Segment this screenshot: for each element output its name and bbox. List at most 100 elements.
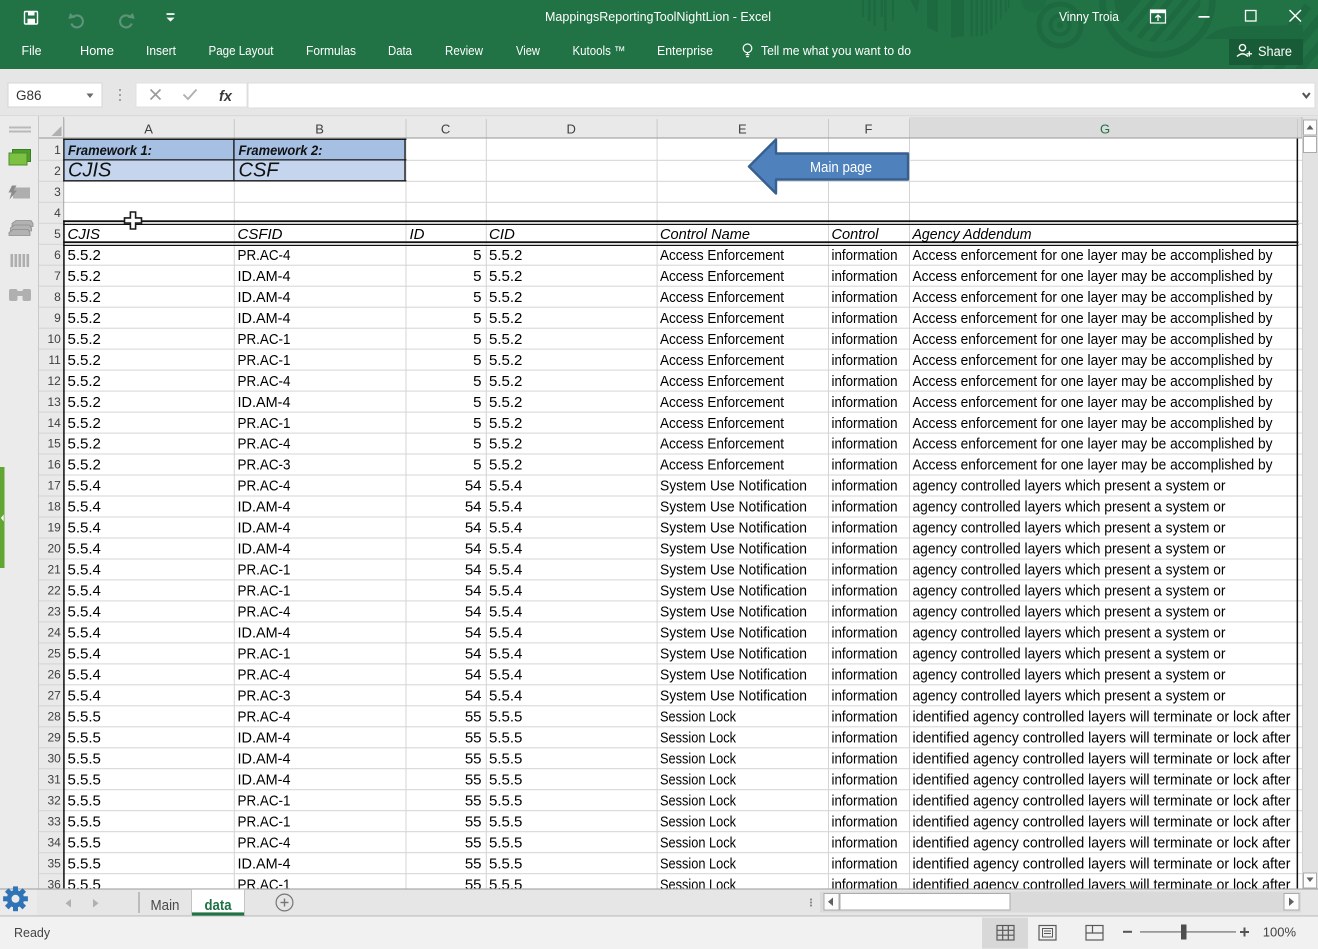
svg-text:5.5.4: 5.5.4 bbox=[68, 604, 101, 621]
svg-text:5: 5 bbox=[473, 352, 481, 369]
svg-text:Access enforcement for one lay: Access enforcement for one layer may be … bbox=[913, 394, 1273, 411]
svg-text:5: 5 bbox=[473, 415, 481, 432]
svg-text:System Use Notification: System Use Notification bbox=[660, 688, 807, 705]
svg-text:12: 12 bbox=[47, 374, 61, 388]
svg-text:6: 6 bbox=[54, 248, 61, 262]
svg-text:5.5.4: 5.5.4 bbox=[489, 562, 522, 579]
svg-text:28: 28 bbox=[47, 710, 61, 724]
svg-text:ID.AM-4: ID.AM-4 bbox=[238, 520, 291, 537]
svg-text:Access enforcement for one lay: Access enforcement for one layer may be … bbox=[913, 436, 1273, 453]
svg-text:information: information bbox=[832, 310, 898, 327]
svg-text:information: information bbox=[832, 646, 898, 663]
svg-text:System Use Notification: System Use Notification bbox=[660, 646, 807, 663]
svg-text:5.5.5: 5.5.5 bbox=[489, 792, 522, 809]
svg-text:information: information bbox=[832, 792, 898, 809]
svg-text:information: information bbox=[832, 771, 898, 788]
svg-text:19: 19 bbox=[47, 521, 61, 535]
svg-text:ID.AM-4: ID.AM-4 bbox=[238, 268, 291, 285]
svg-text:23: 23 bbox=[47, 605, 61, 619]
svg-text:5.5.4: 5.5.4 bbox=[489, 520, 522, 537]
svg-text:Session Lock: Session Lock bbox=[660, 834, 736, 851]
svg-text:5.5.2: 5.5.2 bbox=[489, 352, 522, 369]
svg-text:View: View bbox=[516, 44, 541, 58]
svg-text:G: G bbox=[1100, 122, 1110, 137]
svg-text:16: 16 bbox=[47, 458, 61, 472]
svg-text:5.5.2: 5.5.2 bbox=[489, 289, 522, 306]
svg-text:Access Enforcement: Access Enforcement bbox=[660, 331, 785, 348]
svg-text:PR.AC-4: PR.AC-4 bbox=[238, 604, 291, 621]
svg-text:5.5.4: 5.5.4 bbox=[489, 625, 522, 642]
svg-text:Access enforcement for one lay: Access enforcement for one layer may be … bbox=[913, 373, 1273, 390]
svg-text:5.5.2: 5.5.2 bbox=[68, 415, 101, 432]
svg-text:CID: CID bbox=[489, 226, 515, 243]
svg-text:5.5.2: 5.5.2 bbox=[489, 310, 522, 327]
svg-text:Access Enforcement: Access Enforcement bbox=[660, 247, 785, 264]
svg-text:Access Enforcement: Access Enforcement bbox=[660, 394, 785, 411]
svg-text:20: 20 bbox=[47, 542, 61, 556]
svg-text:identified agency controlled l: identified agency controlled layers will… bbox=[913, 834, 1291, 851]
svg-text:10: 10 bbox=[47, 332, 61, 346]
svg-text:32: 32 bbox=[47, 793, 61, 807]
svg-text:PR.AC-1: PR.AC-1 bbox=[238, 331, 291, 348]
svg-text:agency controlled layers which: agency controlled layers which present a… bbox=[913, 646, 1226, 663]
svg-text:Access Enforcement: Access Enforcement bbox=[660, 373, 785, 390]
svg-text:MappingsReportingToolNightLion: MappingsReportingToolNightLion - Excel bbox=[545, 10, 771, 24]
svg-text:Page Layout: Page Layout bbox=[209, 44, 274, 58]
svg-text:agency controlled layers which: agency controlled layers which present a… bbox=[913, 625, 1226, 642]
svg-text:Formulas: Formulas bbox=[306, 44, 356, 58]
svg-text:21: 21 bbox=[47, 563, 61, 577]
svg-text:5.5.4: 5.5.4 bbox=[489, 604, 522, 621]
svg-text:Session Lock: Session Lock bbox=[660, 813, 736, 830]
svg-text:information: information bbox=[832, 667, 898, 684]
svg-text:fx: fx bbox=[219, 89, 233, 105]
svg-text:Vinny Troia: Vinny Troia bbox=[1059, 9, 1120, 24]
svg-text:5.5.5: 5.5.5 bbox=[489, 751, 522, 768]
svg-text:information: information bbox=[832, 436, 898, 453]
svg-text:information: information bbox=[832, 247, 898, 264]
svg-text:5: 5 bbox=[473, 289, 481, 306]
svg-text:identified agency controlled l: identified agency controlled layers will… bbox=[913, 730, 1291, 747]
svg-text:PR.AC-1: PR.AC-1 bbox=[238, 792, 291, 809]
svg-text:ID.AM-4: ID.AM-4 bbox=[238, 730, 291, 747]
svg-text:Access enforcement for one lay: Access enforcement for one layer may be … bbox=[913, 331, 1273, 348]
svg-text:5.5.4: 5.5.4 bbox=[489, 478, 522, 495]
svg-text:E: E bbox=[738, 122, 747, 137]
svg-text:Session Lock: Session Lock bbox=[660, 730, 736, 747]
svg-text:54: 54 bbox=[465, 667, 482, 684]
svg-text:5.5.4: 5.5.4 bbox=[68, 520, 101, 537]
svg-text:5.5.5: 5.5.5 bbox=[489, 730, 522, 747]
svg-text:Session Lock: Session Lock bbox=[660, 751, 736, 768]
svg-text:CSF: CSF bbox=[239, 160, 281, 182]
svg-text:CSFID: CSFID bbox=[238, 226, 283, 243]
svg-text:identified agency controlled l: identified agency controlled layers will… bbox=[913, 771, 1291, 788]
svg-text:55: 55 bbox=[465, 855, 482, 872]
svg-text:Insert: Insert bbox=[146, 44, 177, 58]
svg-text:5.5.5: 5.5.5 bbox=[68, 730, 101, 747]
svg-text:Session Lock: Session Lock bbox=[660, 855, 736, 872]
svg-text:PR.AC-4: PR.AC-4 bbox=[238, 436, 291, 453]
svg-text:5.5.2: 5.5.2 bbox=[68, 436, 101, 453]
svg-text:9: 9 bbox=[54, 311, 61, 325]
svg-text:5: 5 bbox=[54, 227, 61, 241]
svg-text:PR.AC-4: PR.AC-4 bbox=[238, 667, 291, 684]
svg-text:PR.AC-1: PR.AC-1 bbox=[238, 646, 291, 663]
svg-text:17: 17 bbox=[47, 479, 61, 493]
svg-text:information: information bbox=[832, 730, 898, 747]
svg-text:Session Lock: Session Lock bbox=[660, 771, 736, 788]
svg-text:4: 4 bbox=[54, 206, 61, 220]
svg-text:55: 55 bbox=[465, 730, 482, 747]
svg-text:7: 7 bbox=[54, 269, 61, 283]
svg-text:100%: 100% bbox=[1263, 925, 1297, 940]
svg-text:identified agency controlled l: identified agency controlled layers will… bbox=[913, 709, 1291, 726]
svg-text:Access Enforcement: Access Enforcement bbox=[660, 289, 785, 306]
svg-text:5.5.5: 5.5.5 bbox=[489, 813, 522, 830]
svg-text:55: 55 bbox=[465, 709, 482, 726]
svg-text:PR.AC-1: PR.AC-1 bbox=[238, 583, 291, 600]
svg-text:5: 5 bbox=[473, 436, 481, 453]
svg-text:54: 54 bbox=[465, 478, 482, 495]
svg-text:information: information bbox=[832, 541, 898, 558]
svg-text:14: 14 bbox=[47, 416, 61, 430]
svg-text:System Use Notification: System Use Notification bbox=[660, 520, 807, 537]
svg-text:13: 13 bbox=[47, 395, 61, 409]
svg-text:System Use Notification: System Use Notification bbox=[660, 583, 807, 600]
